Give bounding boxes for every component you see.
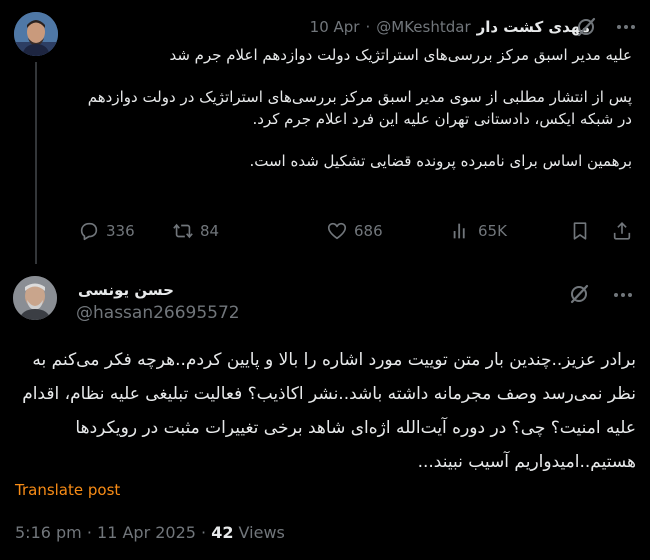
tweet-paragraph: برهمین اساس برای نامبرده پرونده قضایی تش… [249,152,632,170]
reply-button[interactable]: 336 [78,220,135,242]
views-count: 65K [478,222,507,240]
retweet-button[interactable]: 84 [172,220,219,242]
views-button[interactable]: 65K [450,220,507,242]
tweet-actions: 336 84 686 65K [78,220,638,246]
more-icon[interactable] [615,17,637,37]
share-icon [613,222,631,240]
reply-author-avatar[interactable] [13,276,57,320]
more-icon[interactable] [612,285,634,305]
grok-icon[interactable] [575,16,597,38]
reply-icon [80,222,98,241]
retweet-icon [173,223,193,239]
author-avatar[interactable] [14,12,58,56]
tweet-paragraph: پس از انتشار مطلبی از سوی مدیر اسبق مرکز… [87,88,632,128]
reply-author-name[interactable]: حسن یونسی [78,281,174,299]
reply-author-handle[interactable]: @hassan26695572 [76,303,240,323]
author-name[interactable]: مهدی کشت دار [477,18,590,36]
grok-icon[interactable] [568,283,590,305]
like-button[interactable]: 686 [326,220,383,242]
reply-text: برادر عزیز..چندین بار متن توییت مورد اشا… [22,350,636,472]
retweet-count: 84 [200,222,220,240]
tweet-text: علیه مدیر اسبق مرکز بررسی‌های استراتژیک … [76,44,632,172]
share-button[interactable] [611,220,633,242]
post-views-label: Views [233,523,285,542]
post-views-count: 42 [211,523,234,542]
bookmark-icon [573,222,587,240]
like-count: 686 [354,222,383,240]
thread-connector-line [35,62,37,264]
post-timestamp[interactable]: 5:16 pm · 11 Apr 2025 · [15,523,211,542]
heart-icon [327,222,347,240]
post-meta: 5:16 pm · 11 Apr 2025 · 42 Views [15,523,285,542]
author-handle[interactable]: @MKeshtdar [376,18,470,36]
views-icon [453,223,465,239]
reply-count: 336 [106,222,135,240]
bookmark-button[interactable] [569,220,591,242]
tweet-headline: علیه مدیر اسبق مرکز بررسی‌های استراتژیک … [169,46,632,64]
tweet-header: مهدی کشت دار @MKeshtdar · 10 Apr [70,16,590,38]
post-date[interactable]: 10 Apr [310,18,360,36]
translate-post-link[interactable]: Translate post [15,481,120,499]
separator-dot: · [365,18,371,36]
